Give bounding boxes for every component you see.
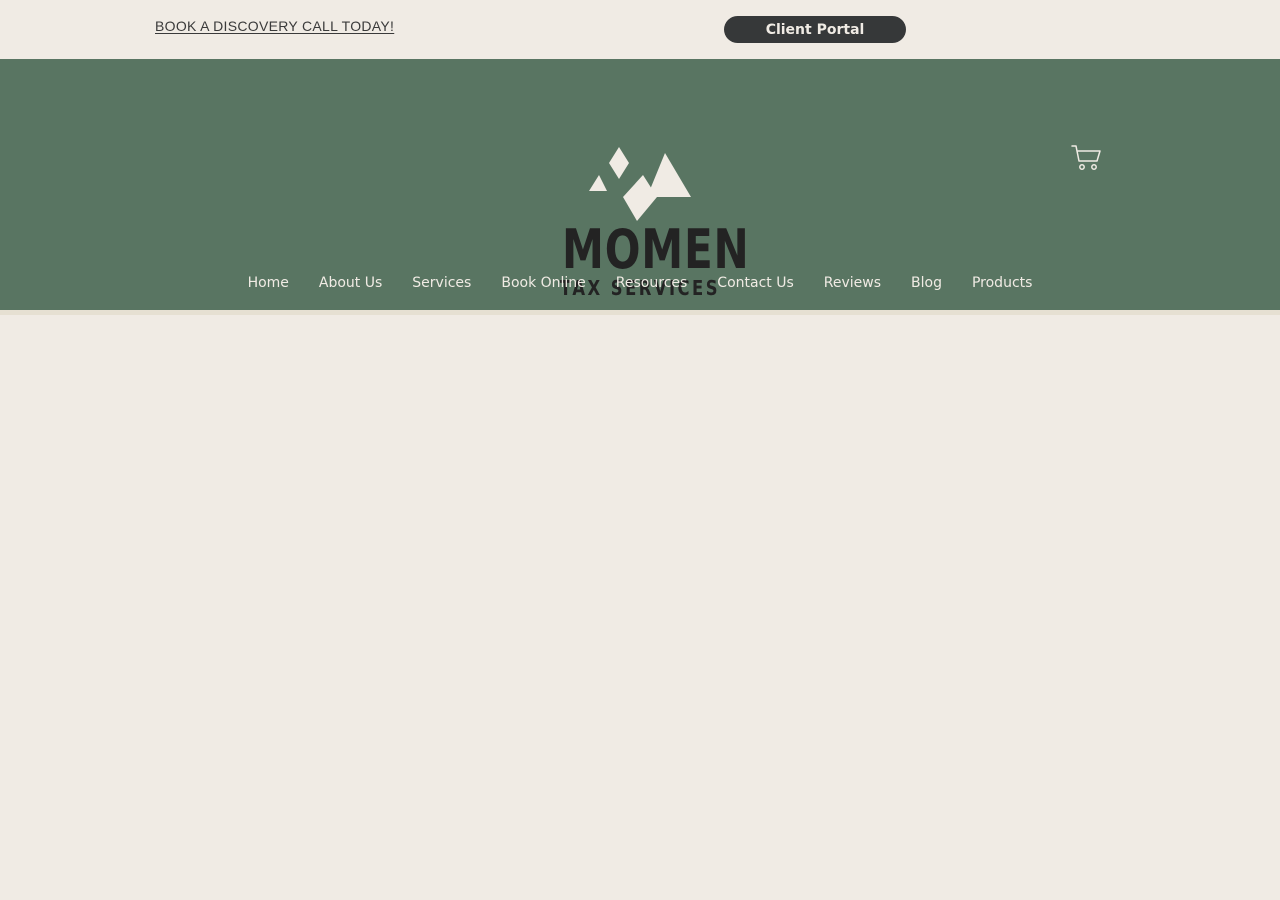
main-navigation: Home About Us Services Book Online Resou… [0,275,1280,291]
nav-item-book-online[interactable]: Book Online [501,275,585,291]
page-content [0,315,1280,900]
book-discovery-call-link[interactable]: BOOK A DISCOVERY CALL TODAY! [155,18,394,34]
nav-item-contact-us[interactable]: Contact Us [717,275,793,291]
logo-wordmark: MOMEN [562,218,750,281]
nav-item-reviews[interactable]: Reviews [824,275,881,291]
nav-item-products[interactable]: Products [972,275,1032,291]
nav-item-home[interactable]: Home [248,275,289,291]
site-header: MOMEN TAX SERVICES Home About Us Service… [0,59,1280,310]
nav-item-blog[interactable]: Blog [911,275,942,291]
mountain-logo-icon [589,147,691,221]
cart-icon[interactable] [1070,143,1102,175]
nav-item-resources[interactable]: Resources [616,275,688,291]
client-portal-button[interactable]: Client Portal [724,16,906,43]
nav-item-about-us[interactable]: About Us [319,275,382,291]
nav-item-services[interactable]: Services [412,275,471,291]
top-bar: BOOK A DISCOVERY CALL TODAY! Client Port… [0,0,1280,59]
